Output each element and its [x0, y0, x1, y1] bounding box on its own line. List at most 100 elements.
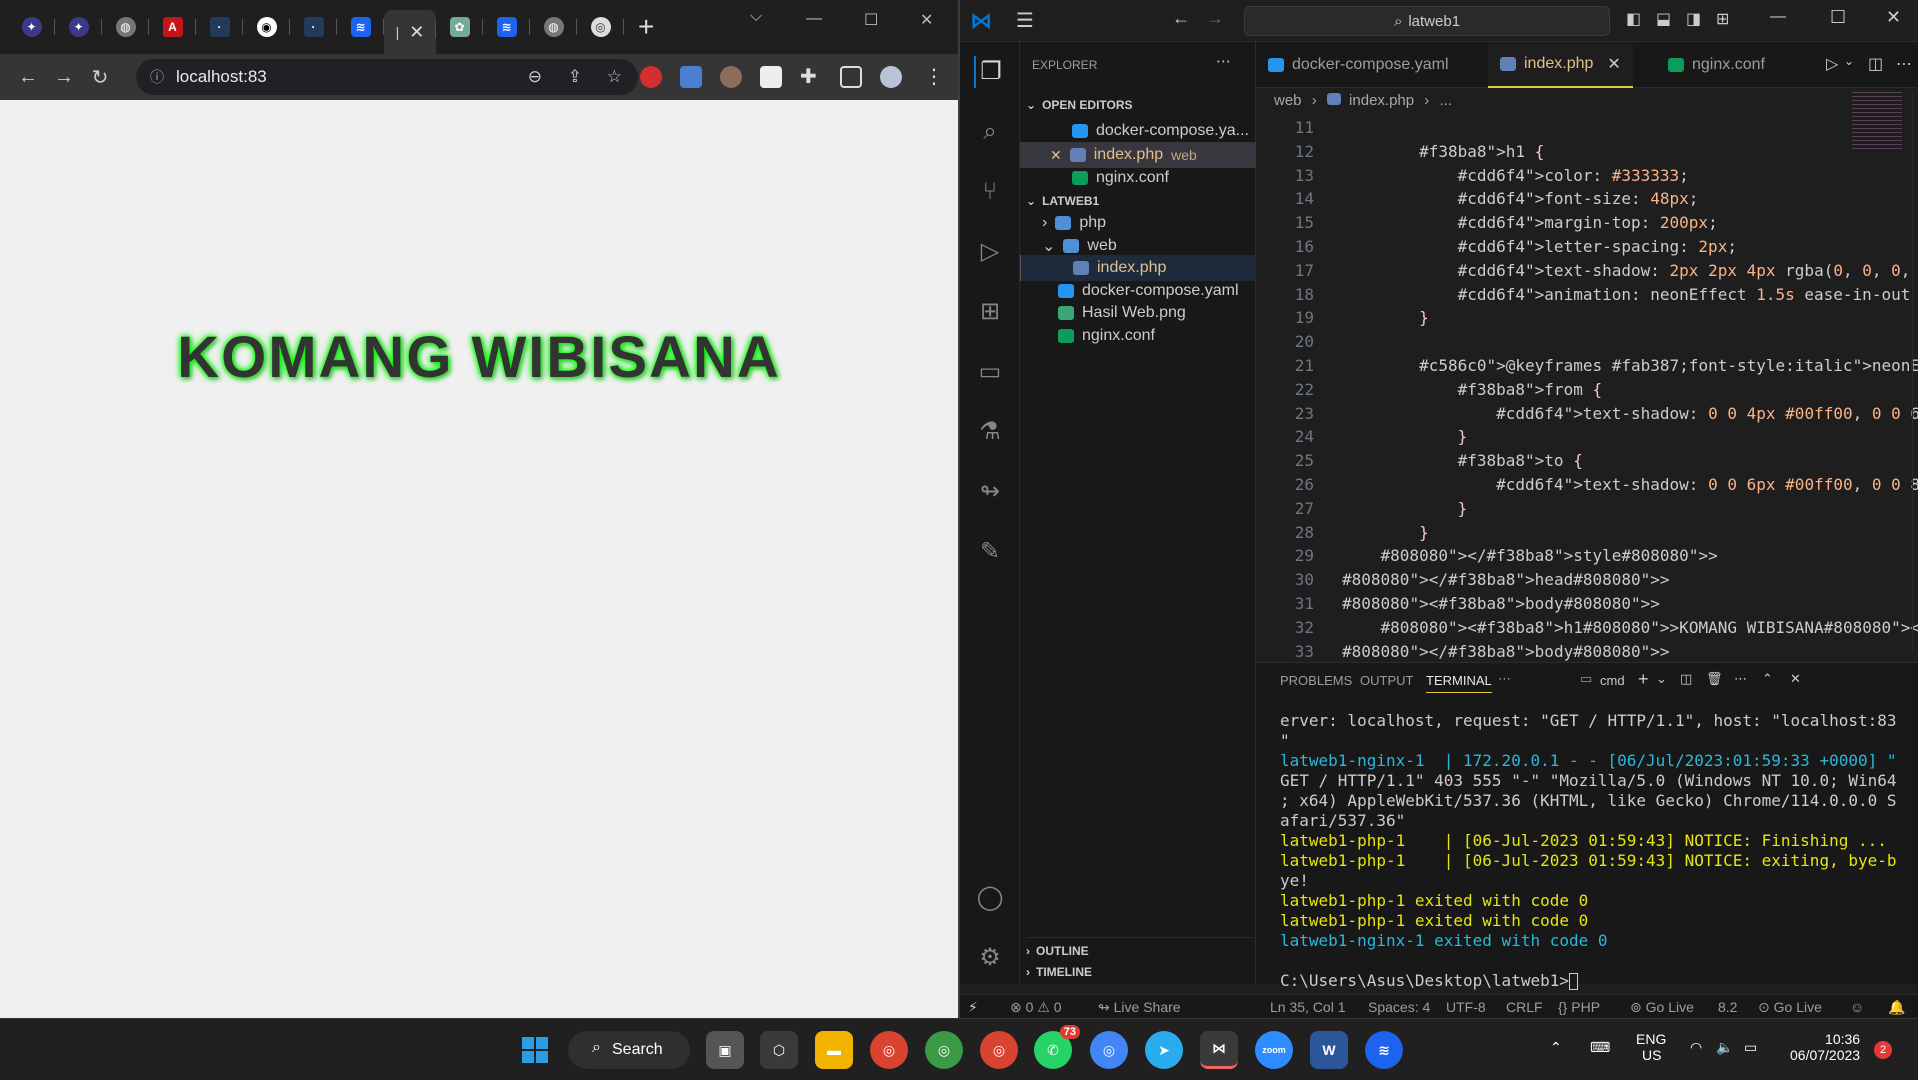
settings-gear-icon[interactable]: ⚙: [974, 942, 1006, 974]
extensions-icon[interactable]: ⊞: [974, 296, 1006, 328]
chrome-icon[interactable]: ◎: [1090, 1031, 1128, 1069]
chrome-profile-2-icon[interactable]: ◎: [925, 1031, 963, 1069]
chrome-profile-1-icon[interactable]: ◎: [870, 1031, 908, 1069]
share-icon[interactable]: ⇪: [568, 67, 582, 87]
back-arrow-icon[interactable]: ←: [10, 66, 46, 89]
word-icon[interactable]: W: [1310, 1031, 1348, 1069]
chevron-down-icon[interactable]: ⌄: [1844, 54, 1854, 68]
pdf-extension-icon[interactable]: [760, 66, 782, 88]
code-editor[interactable]: 11 12 #f38ba8">h1 {13 #cdd6f4">color: #33…: [1256, 116, 1918, 662]
feedback-icon[interactable]: ☺: [1850, 999, 1864, 1015]
task-view-icon[interactable]: ▣: [706, 1031, 744, 1069]
breadcrumb-item[interactable]: web: [1274, 92, 1302, 109]
reload-icon[interactable]: ↻: [82, 65, 118, 90]
more-actions-icon[interactable]: ⋯: [1896, 54, 1912, 74]
testing-icon[interactable]: ⚗: [974, 416, 1006, 448]
run-debug-icon[interactable]: ▷: [974, 236, 1006, 268]
browser-tab[interactable]: A: [149, 7, 196, 47]
nav-back-icon[interactable]: ←: [1172, 8, 1190, 29]
zoom-icon[interactable]: zoom: [1255, 1031, 1293, 1069]
source-control-icon[interactable]: ⑂: [974, 176, 1006, 208]
search-icon[interactable]: ⌕: [974, 116, 1006, 148]
browser-tab[interactable]: ·: [290, 7, 337, 47]
open-editors-header[interactable]: ⌄ OPEN EDITORS: [1026, 92, 1133, 118]
widgets-icon[interactable]: ⬡: [760, 1031, 798, 1069]
extension-red-icon[interactable]: [640, 66, 662, 88]
notifications-bell-icon[interactable]: 🔔: [1888, 999, 1905, 1016]
timeline-header[interactable]: › TIMELINE: [1026, 959, 1092, 985]
menu-kebab-icon[interactable]: ⋮: [924, 64, 944, 89]
show-hidden-icons-chevron-icon[interactable]: ⌃: [1550, 1039, 1562, 1056]
extensions-puzzle-icon[interactable]: ✚: [800, 64, 817, 89]
tab-nginx-conf[interactable]: nginx.conf: [1656, 42, 1777, 88]
tab-search-chevron-icon[interactable]: ⌵: [750, 8, 762, 26]
browser-tab[interactable]: ·: [196, 7, 243, 47]
minimap[interactable]: [1852, 92, 1902, 152]
terminal-profile-label[interactable]: cmd: [1600, 673, 1625, 688]
explorer-icon[interactable]: ❐: [974, 56, 1006, 88]
site-info-icon[interactable]: ⓘ: [150, 67, 164, 87]
tab-docker-compose[interactable]: docker-compose.yaml: [1256, 42, 1461, 88]
chevron-down-icon[interactable]: ⌄: [1656, 671, 1667, 687]
split-terminal-icon[interactable]: ◫: [1680, 671, 1692, 687]
battery-icon[interactable]: ▭: [1744, 1039, 1757, 1056]
toggle-panel-icon[interactable]: ⬓: [1656, 9, 1671, 29]
volume-icon[interactable]: 🔈: [1716, 1039, 1733, 1056]
python-icon[interactable]: ✎: [974, 536, 1006, 568]
problems-status[interactable]: ⊗ 0 ⚠ 0: [1010, 999, 1062, 1016]
customize-layout-icon[interactable]: ⊞: [1716, 9, 1729, 29]
clock[interactable]: 10:36 06/07/2023: [1790, 1031, 1860, 1063]
run-icon[interactable]: ▷: [1826, 54, 1838, 74]
close-tab-icon[interactable]: ✕: [409, 22, 424, 43]
close-window-icon[interactable]: ✕: [1886, 7, 1901, 28]
zoom-icon[interactable]: ⊖: [528, 67, 542, 87]
tree-file[interactable]: nginx.conf: [1058, 323, 1155, 349]
keyboard-icon[interactable]: ⌨: [1590, 1039, 1610, 1056]
cursor-position[interactable]: Ln 35, Col 1: [1270, 999, 1346, 1015]
new-tab-button[interactable]: +: [638, 11, 654, 43]
whatsapp-icon[interactable]: ✆ 73: [1034, 1025, 1080, 1069]
language-mode[interactable]: {} PHP: [1558, 999, 1600, 1015]
open-editor-item[interactable]: docker-compose.ya...: [1072, 118, 1249, 144]
more-tabs-icon[interactable]: ⋯: [1498, 671, 1511, 687]
chrome-profile-3-icon[interactable]: ◎: [980, 1031, 1018, 1069]
minimize-icon[interactable]: —: [806, 10, 822, 28]
breadcrumb-item[interactable]: index.php: [1349, 92, 1414, 109]
file-explorer-icon[interactable]: ▬: [815, 1031, 853, 1069]
tab-index-php[interactable]: index.php ✕: [1488, 42, 1633, 88]
accounts-icon[interactable]: ◯: [974, 882, 1006, 914]
tab-output[interactable]: OUTPUT: [1360, 673, 1413, 688]
close-panel-icon[interactable]: ✕: [1790, 671, 1801, 687]
wifi-icon[interactable]: ◠: [1690, 1039, 1702, 1056]
docker-desktop-icon[interactable]: ≋: [1365, 1031, 1403, 1069]
browser-tab[interactable]: ◍: [530, 7, 577, 47]
line-ending[interactable]: CRLF: [1506, 999, 1543, 1015]
browser-tab[interactable]: ✦: [8, 7, 55, 47]
telegram-icon[interactable]: ➤: [1145, 1031, 1183, 1069]
vscode-taskbar-icon[interactable]: ⋈: [1200, 1031, 1238, 1069]
trash-icon[interactable]: 🗑: [1706, 671, 1723, 687]
nav-forward-icon[interactable]: →: [1206, 8, 1224, 29]
forward-arrow-icon[interactable]: →: [46, 66, 82, 89]
php-version[interactable]: 8.2: [1718, 999, 1737, 1015]
extension-owl-icon[interactable]: [720, 66, 742, 88]
maximize-icon[interactable]: ☐: [864, 10, 878, 30]
bookmark-star-icon[interactable]: ☆: [607, 67, 622, 87]
new-terminal-icon[interactable]: +: [1638, 669, 1649, 690]
terminal-output[interactable]: erver: localhost, request: "GET / HTTP/1…: [1280, 711, 1906, 991]
browser-tab[interactable]: ✿: [436, 7, 483, 47]
address-bar[interactable]: ⓘ localhost:83 ⊖ ⇪ ☆: [136, 59, 638, 95]
go-live-button[interactable]: ⊚ Go Live: [1630, 999, 1694, 1016]
remote-indicator-icon[interactable]: ⚡: [968, 999, 978, 1016]
minimize-icon[interactable]: —: [1770, 8, 1786, 26]
side-panel-icon[interactable]: [840, 66, 862, 88]
maximize-panel-icon[interactable]: ⌃: [1762, 671, 1773, 687]
toggle-secondary-sidebar-icon[interactable]: ◨: [1686, 9, 1701, 29]
browser-tab[interactable]: ◍: [102, 7, 149, 47]
close-icon[interactable]: ✕: [1607, 54, 1620, 74]
taskbar-search[interactable]: ⌕ Search: [568, 1031, 690, 1069]
indentation[interactable]: Spaces: 4: [1368, 999, 1430, 1015]
menu-hamburger-icon[interactable]: ☰: [1016, 8, 1034, 33]
tab-problems[interactable]: PROBLEMS: [1280, 673, 1352, 688]
remote-explorer-icon[interactable]: ▭: [974, 356, 1006, 388]
